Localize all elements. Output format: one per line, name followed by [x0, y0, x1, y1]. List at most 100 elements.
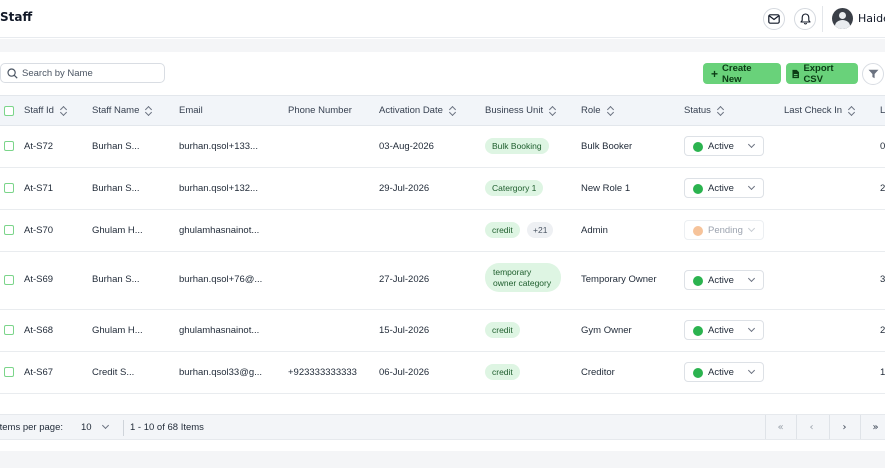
table-row[interactable]: At-S70 Ghulam H... ghulamhasnainot... cr… — [0, 210, 885, 252]
chevron-down-icon[interactable] — [101, 421, 110, 430]
sort-icon[interactable] — [60, 106, 67, 116]
column-header-staff-id[interactable]: Staff Id — [24, 105, 67, 116]
column-header-activation-date[interactable]: Activation Date — [379, 105, 456, 116]
sort-icon[interactable] — [449, 106, 456, 116]
status-label: Active — [708, 325, 734, 336]
cell-staff-name: Burhan S... — [92, 183, 140, 194]
cell-staff-id: At-S71 — [24, 183, 54, 194]
status-label: Active — [708, 141, 734, 152]
search-placeholder: Search by Name — [22, 68, 93, 79]
sort-icon[interactable] — [145, 106, 152, 116]
column-header-overflow: L — [880, 105, 885, 116]
export-csv-button[interactable]: Export CSV — [786, 63, 858, 85]
cell-staff-id: At-S69 — [24, 274, 54, 285]
cell-staff-name: Credit S... — [92, 367, 135, 378]
business-unit-tag: Bulk Booking — [485, 138, 549, 154]
select-all-checkbox[interactable] — [4, 106, 14, 116]
column-header-phone: Phone Number — [288, 105, 352, 116]
cell-role: Creditor — [581, 367, 615, 378]
bottom-gap — [0, 451, 885, 468]
business-unit-tag: temporary owner category — [485, 263, 561, 292]
mail-icon — [768, 14, 780, 24]
create-new-button[interactable]: + Create New — [703, 62, 781, 85]
next-page-button[interactable]: › — [829, 415, 859, 439]
column-header-staff-name[interactable]: Staff Name — [92, 105, 152, 116]
status-dropdown[interactable]: Active — [684, 178, 764, 198]
cell-activation-date: 06-Jul-2026 — [379, 367, 430, 378]
row-checkbox[interactable] — [4, 275, 14, 285]
row-checkbox[interactable] — [4, 183, 14, 193]
bell-icon — [799, 13, 811, 25]
previous-page-button[interactable]: ‹ — [796, 415, 826, 439]
cell-overflow: 3 — [880, 274, 885, 285]
page-range-text: 1 - 10 of 68 Items — [130, 422, 204, 433]
cell-staff-name: Burhan S... — [92, 141, 140, 152]
cell-staff-name: Burhan S... — [92, 274, 140, 285]
items-per-page-label: Items per page: — [0, 422, 64, 433]
status-dot — [693, 184, 703, 194]
status-dot — [693, 226, 703, 236]
avatar[interactable] — [832, 8, 853, 29]
table-row[interactable]: At-S67 Credit S... burhan.qsol33@g... +9… — [0, 352, 885, 394]
cell-activation-date: 27-Jul-2026 — [379, 274, 430, 285]
status-dot — [693, 326, 703, 336]
more-units-badge[interactable]: +21 — [527, 222, 554, 238]
column-header-last-check-in[interactable]: Last Check In — [784, 105, 855, 116]
row-checkbox[interactable] — [4, 141, 14, 151]
sort-icon[interactable] — [848, 106, 855, 116]
mail-button[interactable] — [763, 8, 785, 30]
cell-activation-date: 15-Jul-2026 — [379, 325, 430, 336]
user-name[interactable]: Haide — [858, 12, 885, 25]
page-title: Staff — [0, 10, 33, 24]
column-header-business-unit[interactable]: Business Unit — [485, 105, 556, 116]
file-icon — [792, 69, 799, 78]
status-label: Active — [708, 367, 734, 378]
cell-overflow: 2 — [880, 325, 885, 336]
cell-email: burhan.qsol+76@... — [179, 274, 263, 285]
table-row[interactable]: At-S72 Burhan S... burhan.qsol+133... 03… — [0, 126, 885, 168]
column-header-status[interactable]: Status — [684, 105, 724, 116]
sort-icon[interactable] — [717, 106, 724, 116]
top-header: Staff Haide — [0, 0, 885, 38]
column-header-role[interactable]: Role — [581, 105, 614, 116]
sort-icon[interactable] — [607, 106, 614, 116]
status-dropdown[interactable]: Active — [684, 136, 764, 156]
cell-email: burhan.qsol+132... — [179, 183, 258, 194]
row-checkbox[interactable] — [4, 367, 14, 377]
chevron-down-icon — [747, 366, 756, 375]
status-label: Active — [708, 183, 734, 194]
filter-button[interactable] — [862, 63, 884, 85]
status-dropdown[interactable]: Active — [684, 320, 764, 340]
chevron-down-icon — [747, 324, 756, 333]
items-per-page-select[interactable]: 10 — [81, 422, 92, 433]
status-dot — [693, 142, 703, 152]
create-new-label: Create New — [722, 62, 752, 85]
last-page-button[interactable]: » — [860, 415, 885, 439]
cell-email: ghulamhasnainot... — [179, 325, 260, 336]
table-row[interactable]: At-S68 Ghulam H... ghulamhasnainot... 15… — [0, 310, 885, 352]
chevron-down-icon — [747, 140, 756, 149]
status-dropdown[interactable]: Pending — [684, 220, 764, 240]
row-checkbox[interactable] — [4, 225, 14, 235]
status-dropdown[interactable]: Active — [684, 362, 764, 382]
search-input[interactable]: Search by Name — [0, 63, 165, 83]
content-gap — [0, 39, 885, 52]
status-dropdown[interactable]: Active — [684, 270, 764, 290]
row-checkbox[interactable] — [4, 325, 14, 335]
cell-overflow: 1 — [880, 367, 885, 378]
cell-staff-id: At-S70 — [24, 225, 54, 236]
search-icon — [7, 68, 18, 79]
sort-icon[interactable] — [549, 106, 556, 116]
status-label: Active — [708, 275, 734, 286]
cell-staff-id: At-S72 — [24, 141, 54, 152]
table-row[interactable]: At-S69 Burhan S... burhan.qsol+76@... 27… — [0, 252, 885, 310]
notifications-button[interactable] — [794, 8, 816, 30]
cell-email: burhan.qsol33@g... — [179, 367, 263, 378]
table-row[interactable]: At-S71 Burhan S... burhan.qsol+132... 29… — [0, 168, 885, 210]
chevron-down-icon — [747, 182, 756, 191]
cell-staff-id: At-S68 — [24, 325, 54, 336]
cell-email: burhan.qsol+133... — [179, 141, 258, 152]
header-divider — [822, 6, 823, 32]
column-header-email: Email — [179, 105, 203, 116]
first-page-button[interactable]: « — [765, 415, 795, 439]
